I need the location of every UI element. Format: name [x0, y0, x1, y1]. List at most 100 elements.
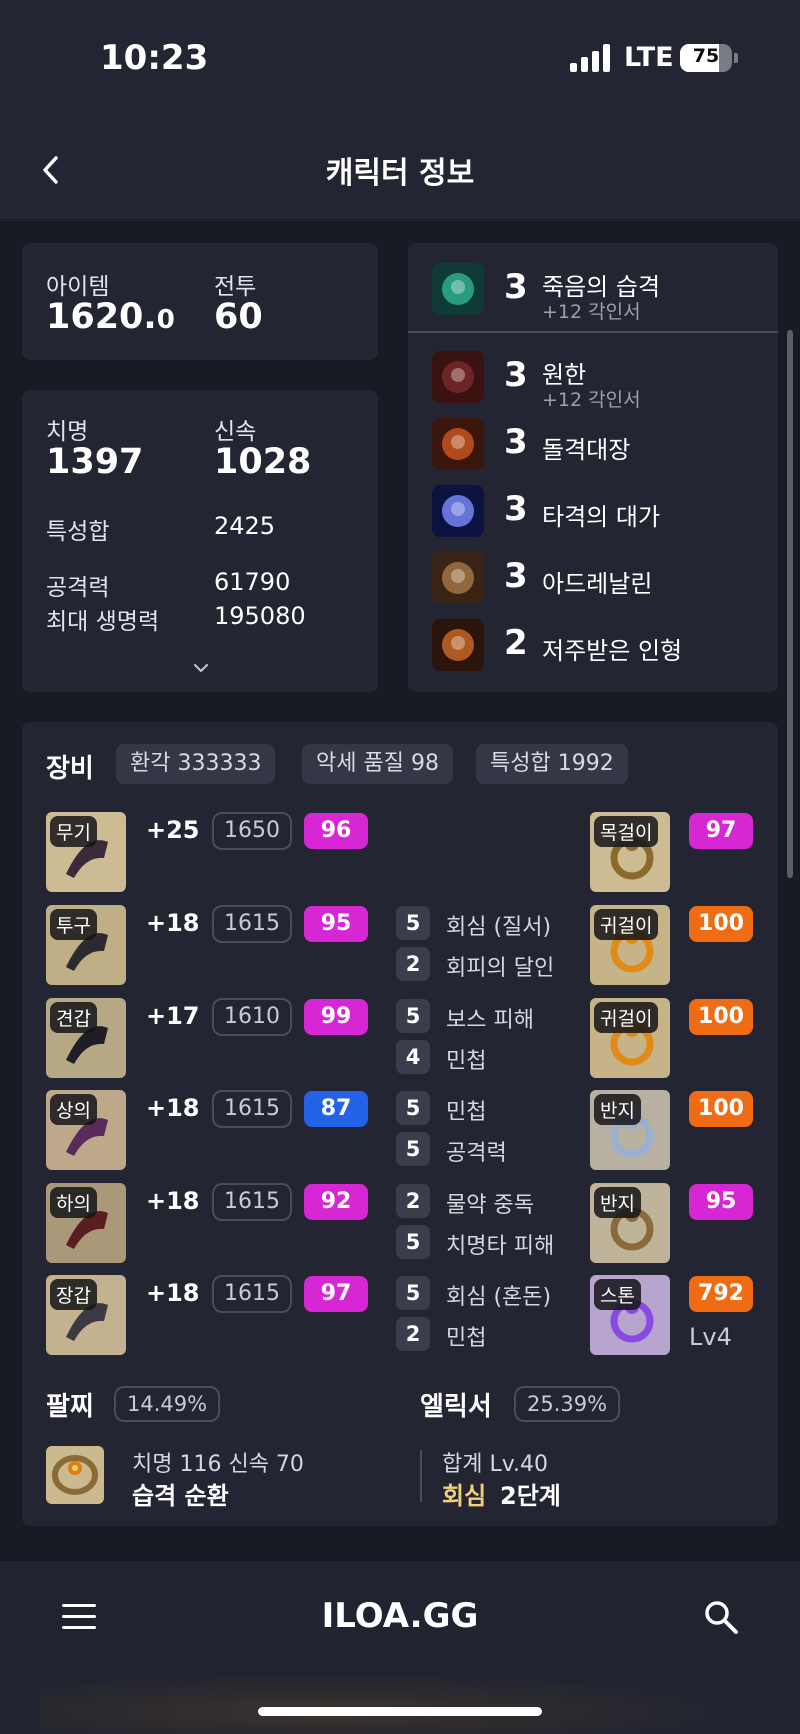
- swift-label: 신속: [214, 419, 257, 445]
- equipment-slot-label: 견갑: [50, 1002, 97, 1033]
- raid-captain-icon: [432, 418, 484, 470]
- accessory-quality-pill: 악세 품질 98: [302, 744, 453, 784]
- ring-icon[interactable]: 반지: [590, 1183, 670, 1263]
- engraving-row[interactable]: 3 원한 +12 각인서: [408, 347, 778, 411]
- effect-name: 보스 피해: [446, 1008, 534, 1033]
- necklace-icon[interactable]: 목걸이: [590, 812, 670, 892]
- stats-card[interactable]: 치명 1397 신속 1028 특성합 2425 공격력 61790 최대 생명…: [22, 390, 378, 692]
- gloves-icon[interactable]: 장갑: [46, 1275, 126, 1355]
- earring-icon[interactable]: 귀걸이: [590, 998, 670, 1078]
- upgrade-level: +17: [146, 1002, 200, 1030]
- bracelet-icon[interactable]: [46, 1446, 104, 1504]
- home-indicator: [258, 1707, 542, 1716]
- max-hp-value: 195080: [214, 602, 306, 630]
- elixir-total: 합계 Lv.40: [442, 1452, 549, 1477]
- engraving-row[interactable]: 3 죽음의 습격 +12 각인서: [408, 259, 778, 323]
- item-level-badge: 1650: [212, 812, 292, 850]
- scrollbar[interactable]: [787, 330, 793, 878]
- quality-badge: 99: [304, 999, 368, 1035]
- engraving-name: 저주받은 인형: [542, 637, 683, 665]
- quality-badge: 95: [304, 906, 368, 942]
- combat-level-value: 60: [214, 297, 263, 337]
- upgrade-level: +25: [146, 816, 200, 844]
- adrenaline-icon: [432, 552, 484, 604]
- engraving-book: +12 각인서: [542, 389, 641, 411]
- weapon-icon[interactable]: 무기: [46, 812, 126, 892]
- accessory-slot-label: 목걸이: [594, 816, 659, 847]
- ring-icon[interactable]: 반지: [590, 1090, 670, 1170]
- engraving-level: 3: [504, 556, 528, 596]
- elixir-option-name: 회심: [442, 1482, 487, 1510]
- bracelet-elixir-divider: [420, 1450, 422, 1502]
- quality-badge: 92: [304, 1184, 368, 1220]
- accessory-slot-label: 반지: [594, 1187, 641, 1218]
- item-level-badge: 1615: [212, 905, 292, 943]
- upgrade-level: +18: [146, 1187, 200, 1215]
- trait-sum-value: 2425: [214, 512, 276, 540]
- earring-icon[interactable]: 귀걸이: [590, 905, 670, 985]
- equipment-slot-label: 장갑: [50, 1279, 97, 1310]
- effect-name: 치명타 피해: [446, 1234, 555, 1259]
- search-icon[interactable]: [702, 1598, 740, 1636]
- trait-sum-pill: 특성합 1992: [476, 744, 628, 784]
- engraving-level: 3: [504, 422, 528, 462]
- elixir-percent: 25.39%: [514, 1386, 621, 1422]
- accessory-slot-label: 귀걸이: [594, 1002, 659, 1033]
- stone-icon[interactable]: 스톤: [590, 1275, 670, 1355]
- engraving-row[interactable]: 3 돌격대장: [408, 414, 778, 474]
- effect-level: 5: [396, 999, 430, 1033]
- combat-level-label: 전투: [214, 274, 257, 300]
- engraving-row[interactable]: 3 아드레날린: [408, 548, 778, 608]
- effect-name: 민첩: [446, 1326, 487, 1351]
- effect-name: 회심 (혼돈): [446, 1285, 552, 1310]
- attack-value: 61790: [214, 568, 291, 596]
- engraving-row[interactable]: 3 타격의 대가: [408, 481, 778, 541]
- engraving-name: 아드레날린: [542, 570, 653, 598]
- quality-badge: 100: [689, 999, 753, 1035]
- shoulder-icon[interactable]: 견갑: [46, 998, 126, 1078]
- bracelet-effects: 습격 순환: [132, 1482, 229, 1510]
- chest-icon[interactable]: 상의: [46, 1090, 126, 1170]
- effect-name: 회피의 달인: [446, 956, 555, 981]
- effect-name: 물약 중독: [446, 1193, 534, 1218]
- effect-level: 2: [396, 1184, 430, 1218]
- swift-value: 1028: [214, 442, 312, 482]
- helmet-icon[interactable]: 투구: [46, 905, 126, 985]
- effect-level: 2: [396, 947, 430, 981]
- crit-value: 1397: [46, 442, 144, 482]
- effect-level: 2: [396, 1317, 430, 1351]
- status-time: 10:23: [100, 38, 209, 78]
- accessory-slot-label: 스톤: [594, 1279, 641, 1310]
- equipment-slot-label: 투구: [50, 909, 97, 940]
- grudge-icon: [432, 351, 484, 403]
- equipment-slot-label: 무기: [50, 816, 97, 847]
- quality-badge: 100: [689, 906, 753, 942]
- pants-icon[interactable]: 하의: [46, 1183, 126, 1263]
- crit-label: 치명: [46, 419, 89, 445]
- item-level-value: 1620.0: [46, 297, 175, 337]
- upgrade-level: +18: [146, 909, 200, 937]
- effect-level: 4: [396, 1040, 430, 1074]
- quality-badge: 97: [304, 1276, 368, 1312]
- site-logo[interactable]: ILOA.GG: [0, 1596, 800, 1636]
- battery-percent: 75: [692, 45, 720, 67]
- status-bar: 10:23 LTE 75: [0, 0, 800, 120]
- effect-level: 5: [396, 1132, 430, 1166]
- chevron-down-icon[interactable]: [192, 662, 210, 674]
- engraving-divider: [408, 331, 778, 333]
- bracelet-stats: 치명 116 신속 70: [132, 1452, 304, 1477]
- page-title: 캐릭터 정보: [325, 156, 475, 191]
- engraving-book: +12 각인서: [542, 301, 641, 323]
- effect-name: 민첩: [446, 1100, 487, 1125]
- upgrade-level: +18: [146, 1279, 200, 1307]
- upgrade-level: +18: [146, 1094, 200, 1122]
- engraving-level: 3: [504, 355, 528, 395]
- illusion-pill: 환각 333333: [116, 744, 276, 784]
- trait-sum-label: 특성합: [46, 519, 110, 545]
- effect-level: 5: [396, 1225, 430, 1259]
- elixir-option-level: 2단계: [500, 1482, 561, 1510]
- engraving-name: 타격의 대가: [542, 503, 661, 531]
- accessory-slot-label: 반지: [594, 1094, 641, 1125]
- bracelet-percent: 14.49%: [114, 1386, 221, 1422]
- engraving-row[interactable]: 2 저주받은 인형: [408, 615, 778, 675]
